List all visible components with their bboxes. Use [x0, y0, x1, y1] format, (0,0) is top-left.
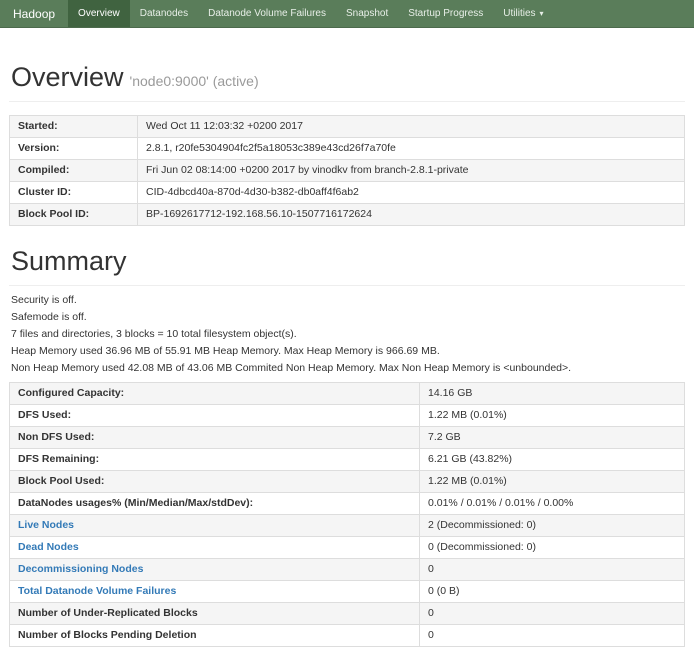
summary-table: Configured Capacity: 14.16 GB DFS Used: … — [9, 382, 685, 647]
row-value: BP-1692617712-192.168.56.10-150771617262… — [138, 204, 685, 226]
nav-item-snapshot[interactable]: Snapshot — [336, 0, 398, 27]
table-row: Number of Blocks Pending Deletion 0 — [10, 625, 685, 647]
safemode-status-text: Safemode is off. — [11, 312, 685, 323]
row-label: Live Nodes — [10, 515, 420, 537]
row-value: 0 — [420, 603, 685, 625]
row-label: Compiled: — [10, 160, 138, 182]
overview-info-table: Started: Wed Oct 11 12:03:32 +0200 2017 … — [9, 115, 685, 226]
overview-heading-text: Overview — [11, 62, 124, 92]
nav-item-datanodes[interactable]: Datanodes — [130, 0, 198, 27]
table-row: Started: Wed Oct 11 12:03:32 +0200 2017 — [10, 116, 685, 138]
table-row: Decommissioning Nodes 0 — [10, 559, 685, 581]
filesystem-objects-text: 7 files and directories, 3 blocks = 10 t… — [11, 329, 685, 340]
row-label: Dead Nodes — [10, 537, 420, 559]
row-label: Block Pool ID: — [10, 204, 138, 226]
table-row: Live Nodes 2 (Decommissioned: 0) — [10, 515, 685, 537]
table-row: Non DFS Used: 7.2 GB — [10, 427, 685, 449]
row-value: 0.01% / 0.01% / 0.01% / 0.00% — [420, 493, 685, 515]
row-label: Non DFS Used: — [10, 427, 420, 449]
row-value: 2 (Decommissioned: 0) — [420, 515, 685, 537]
row-value: 0 (0 B) — [420, 581, 685, 603]
row-value: 6.21 GB (43.82%) — [420, 449, 685, 471]
page-content: Overview 'node0:9000' (active) Started: W… — [0, 62, 694, 647]
total-datanode-volume-failures-link[interactable]: Total Datanode Volume Failures — [18, 585, 176, 597]
row-label: Block Pool Used: — [10, 471, 420, 493]
row-label: DataNodes usages% (Min/Median/Max/stdDev… — [10, 493, 420, 515]
navbar-brand[interactable]: Hadoop — [0, 0, 68, 27]
row-label: DFS Used: — [10, 405, 420, 427]
decommissioning-nodes-link[interactable]: Decommissioning Nodes — [18, 563, 143, 575]
top-navbar: Hadoop Overview Datanodes Datanode Volum… — [0, 0, 694, 28]
row-label: Started: — [10, 116, 138, 138]
table-row: DFS Remaining: 6.21 GB (43.82%) — [10, 449, 685, 471]
nav-item-datanode-volume-failures[interactable]: Datanode Volume Failures — [198, 0, 336, 27]
summary-notes: Security is off. Safemode is off. 7 file… — [9, 295, 685, 374]
table-row: Total Datanode Volume Failures 0 (0 B) — [10, 581, 685, 603]
row-label: Configured Capacity: — [10, 383, 420, 405]
nav-item-startup-progress[interactable]: Startup Progress — [398, 0, 493, 27]
security-status-text: Security is off. — [11, 295, 685, 306]
live-nodes-link[interactable]: Live Nodes — [18, 519, 74, 531]
caret-down-icon: ▾ — [540, 10, 544, 18]
summary-title: Summary — [11, 246, 685, 277]
row-label: DFS Remaining: — [10, 449, 420, 471]
row-value: Fri Jun 02 08:14:00 +0200 2017 by vinodk… — [138, 160, 685, 182]
table-row: DataNodes usages% (Min/Median/Max/stdDev… — [10, 493, 685, 515]
row-label: Version: — [10, 138, 138, 160]
row-value: 0 — [420, 625, 685, 647]
row-value: 1.22 MB (0.01%) — [420, 471, 685, 493]
row-value: 7.2 GB — [420, 427, 685, 449]
table-row: Version: 2.8.1, r20fe5304904fc2f5a18053c… — [10, 138, 685, 160]
summary-header: Summary — [9, 246, 685, 286]
table-row: Cluster ID: CID-4dbcd40a-870d-4d30-b382-… — [10, 182, 685, 204]
overview-header: Overview 'node0:9000' (active) — [9, 62, 685, 102]
nav-item-overview[interactable]: Overview — [68, 0, 130, 27]
table-row: Number of Under-Replicated Blocks 0 — [10, 603, 685, 625]
non-heap-memory-text: Non Heap Memory used 42.08 MB of 43.06 M… — [11, 363, 685, 374]
dead-nodes-link[interactable]: Dead Nodes — [18, 541, 79, 553]
heap-memory-text: Heap Memory used 36.96 MB of 55.91 MB He… — [11, 346, 685, 357]
page-title: Overview 'node0:9000' (active) — [11, 62, 685, 93]
table-row: Configured Capacity: 14.16 GB — [10, 383, 685, 405]
table-row: Block Pool ID: BP-1692617712-192.168.56.… — [10, 204, 685, 226]
table-row: Dead Nodes 0 (Decommissioned: 0) — [10, 537, 685, 559]
row-value: 0 (Decommissioned: 0) — [420, 537, 685, 559]
row-label: Total Datanode Volume Failures — [10, 581, 420, 603]
table-row: Block Pool Used: 1.22 MB (0.01%) — [10, 471, 685, 493]
namenode-address-label: 'node0:9000' (active) — [130, 73, 259, 89]
row-label: Number of Blocks Pending Deletion — [10, 625, 420, 647]
row-value: Wed Oct 11 12:03:32 +0200 2017 — [138, 116, 685, 138]
nav-item-utilities-label: Utilities — [503, 8, 535, 19]
row-label: Cluster ID: — [10, 182, 138, 204]
row-value: 14.16 GB — [420, 383, 685, 405]
row-value: 1.22 MB (0.01%) — [420, 405, 685, 427]
nav-item-utilities[interactable]: Utilities ▾ — [493, 0, 553, 27]
row-value: 0 — [420, 559, 685, 581]
table-row: DFS Used: 1.22 MB (0.01%) — [10, 405, 685, 427]
row-label: Number of Under-Replicated Blocks — [10, 603, 420, 625]
table-row: Compiled: Fri Jun 02 08:14:00 +0200 2017… — [10, 160, 685, 182]
row-value: 2.8.1, r20fe5304904fc2f5a18053c389e43cd2… — [138, 138, 685, 160]
row-value: CID-4dbcd40a-870d-4d30-b382-db0aff4f6ab2 — [138, 182, 685, 204]
row-label: Decommissioning Nodes — [10, 559, 420, 581]
